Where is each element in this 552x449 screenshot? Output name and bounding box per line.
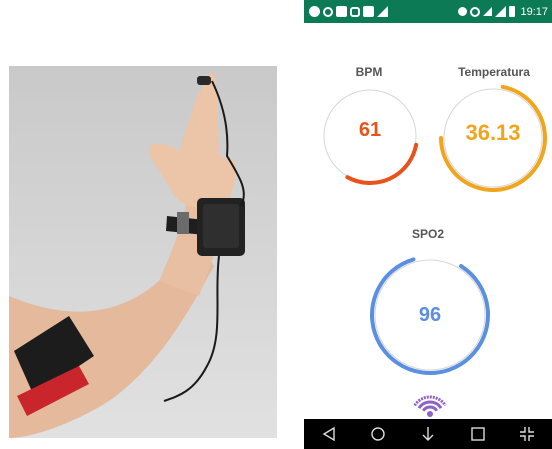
recents-icon (470, 427, 485, 441)
temperature-value: 36.13 (465, 120, 521, 145)
notification-icons (309, 6, 388, 17)
temperature-gauge: 36.13 (436, 81, 550, 197)
back-button[interactable] (314, 419, 344, 449)
image-icon (363, 6, 374, 17)
download-icon (422, 427, 434, 441)
system-icons: 19:17 (458, 6, 548, 18)
fullscreen-exit-button[interactable] (512, 419, 542, 449)
clock: 19:17 (520, 5, 548, 18)
spo2-value: 96 (418, 304, 442, 326)
vpn-key-icon (483, 7, 493, 16)
spo2-label: SPO2 (411, 227, 444, 241)
wifi-icon[interactable] (410, 385, 450, 421)
signal-icon (495, 6, 507, 17)
alarm-icon (470, 6, 481, 17)
recents-button[interactable] (463, 419, 493, 449)
spotify-icon (309, 6, 320, 17)
home-button[interactable] (363, 419, 393, 449)
gallery-icon (336, 6, 347, 17)
whatsapp-icon (323, 6, 333, 17)
spo2-gauge: 96 (365, 250, 495, 380)
status-bar: 19:17 (304, 0, 552, 23)
wifi-arc (421, 405, 439, 412)
bpm-value: 61 (358, 119, 382, 141)
bluetooth-icon (458, 7, 468, 16)
wifi-icon-svg (413, 395, 447, 417)
download-button[interactable] (413, 419, 443, 449)
fullscreen-exit-icon (520, 427, 535, 441)
phone-screen: 19:17 BPM 61 Temperatura 36.13 SPO2 96 (304, 0, 552, 449)
navigation-bar (304, 419, 552, 449)
bpm-label: BPM (355, 65, 383, 79)
play-store-icon (377, 6, 388, 17)
battery-icon (509, 6, 516, 17)
instagram-icon (350, 6, 360, 17)
bpm-gauge: 61 (320, 81, 420, 191)
temperature-label: Temperatura (458, 65, 530, 79)
back-icon (322, 427, 335, 441)
home-icon (371, 427, 386, 441)
sensor-arm-photo (9, 66, 277, 438)
wifi-dot (427, 411, 433, 417)
bpm-arc (345, 142, 419, 185)
